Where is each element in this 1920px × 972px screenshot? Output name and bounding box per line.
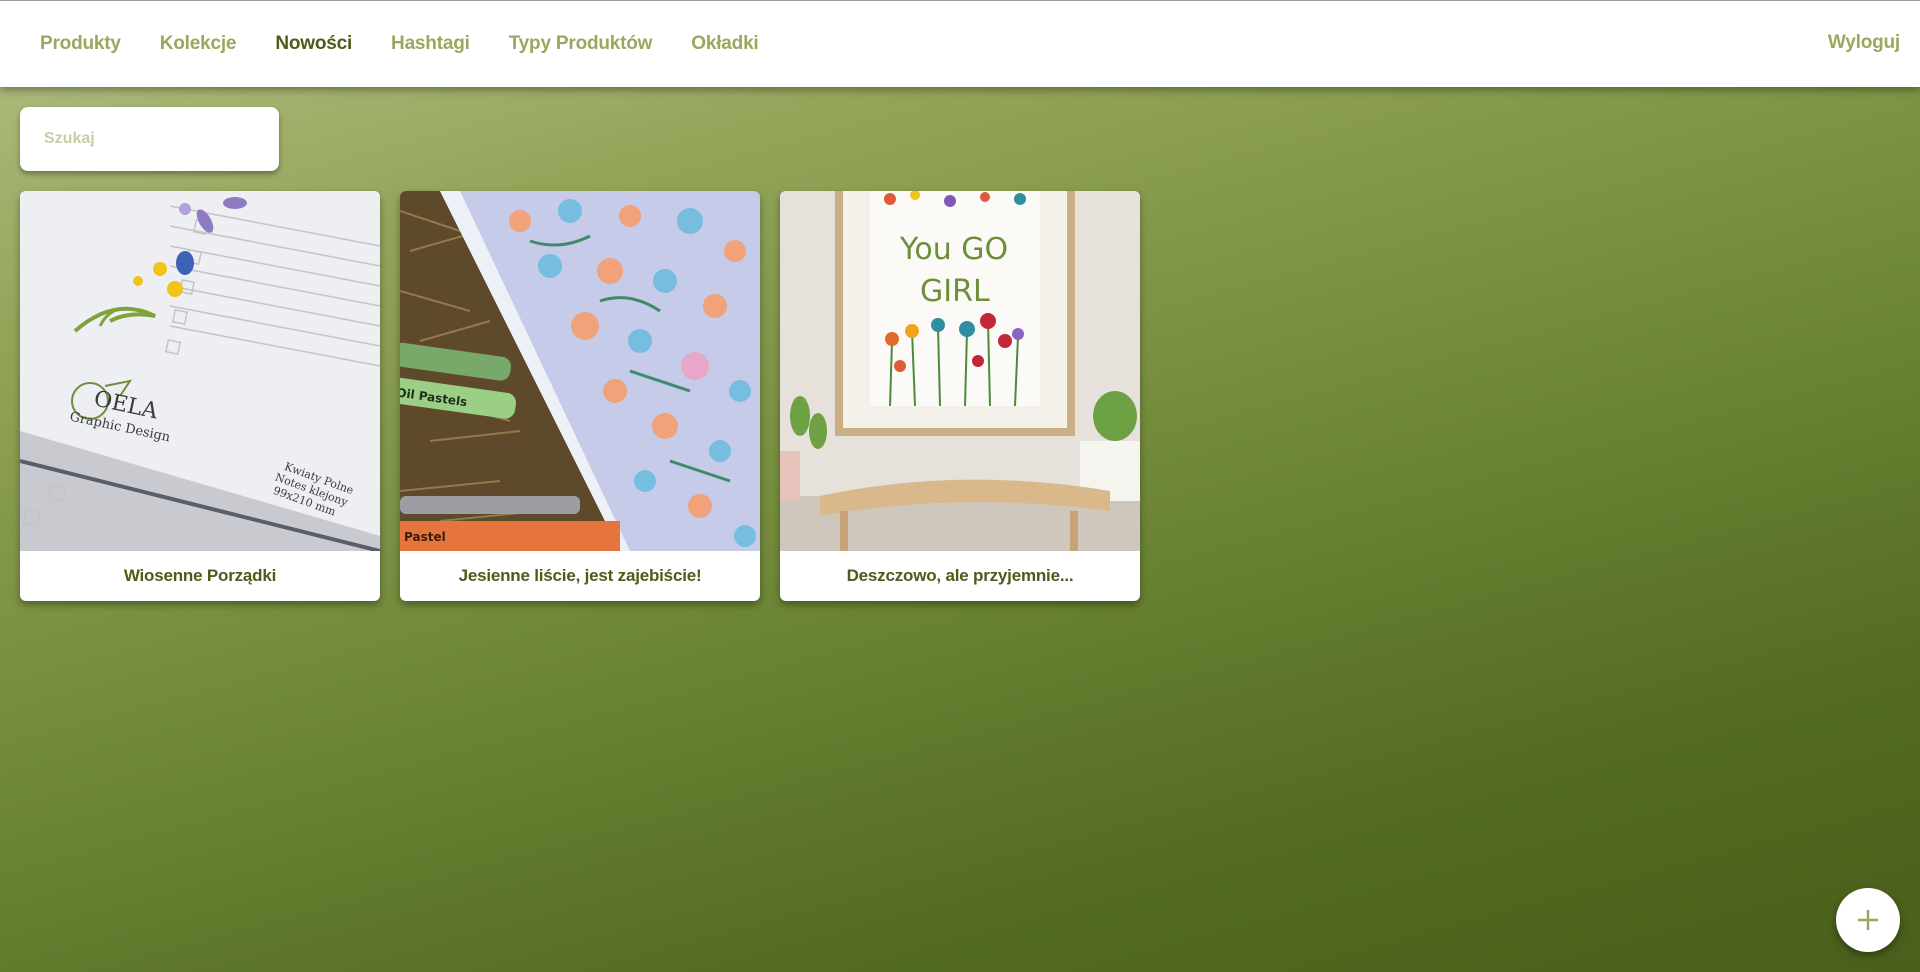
nav-item-okladki[interactable]: Okładki (691, 33, 758, 55)
logout-link[interactable]: Wyloguj (1828, 32, 1900, 54)
top-navbar: Produkty Kolekcje Nowości Hashtagi Typy … (0, 0, 1920, 87)
add-button[interactable] (1836, 888, 1900, 952)
card-grid: OELA Graphic Design Kwiaty Polne Notes k… (20, 191, 1160, 601)
nav-item-produkty[interactable]: Produkty (40, 33, 121, 55)
collection-card[interactable]: OELA Graphic Design Kwiaty Polne Notes k… (20, 191, 380, 601)
nav-item-typy-produktow[interactable]: Typy Produktów (509, 33, 653, 55)
poster-room-photo: You GO GIRL (780, 191, 1140, 551)
card-image: Oil Pastels Pastel (400, 191, 760, 551)
card-title: Jesienne liście, jest zajebiście! (458, 566, 702, 585)
poster-text-2: GIRL (920, 274, 990, 309)
card-title: Wiosenne Porządki (123, 566, 277, 585)
card-image: OELA Graphic Design Kwiaty Polne Notes k… (20, 191, 380, 551)
nav-item-nowosci[interactable]: Nowości (275, 33, 352, 55)
plus-icon (1858, 910, 1878, 930)
card-image: You GO GIRL (780, 191, 1140, 551)
nav-item-kolekcje[interactable]: Kolekcje (160, 33, 237, 55)
crayon-label-2: Pastel (404, 530, 446, 544)
main-nav: Produkty Kolekcje Nowości Hashtagi Typy … (0, 33, 798, 55)
notebook-photo: OELA Graphic Design Kwiaty Polne Notes k… (20, 191, 380, 551)
collection-card[interactable]: Oil Pastels Pastel Jesienne liście, jest… (400, 191, 760, 601)
poster-text-1: You GO (899, 232, 1008, 267)
nav-item-hashtagi[interactable]: Hashtagi (391, 33, 470, 55)
collection-card[interactable]: You GO GIRL Deszczowo, ale przyjemnie... (780, 191, 1140, 601)
card-title: Deszczowo, ale przyjemnie... (846, 566, 1074, 585)
notebook-grass-photo: Oil Pastels Pastel (400, 191, 760, 551)
search-input[interactable] (20, 107, 279, 171)
